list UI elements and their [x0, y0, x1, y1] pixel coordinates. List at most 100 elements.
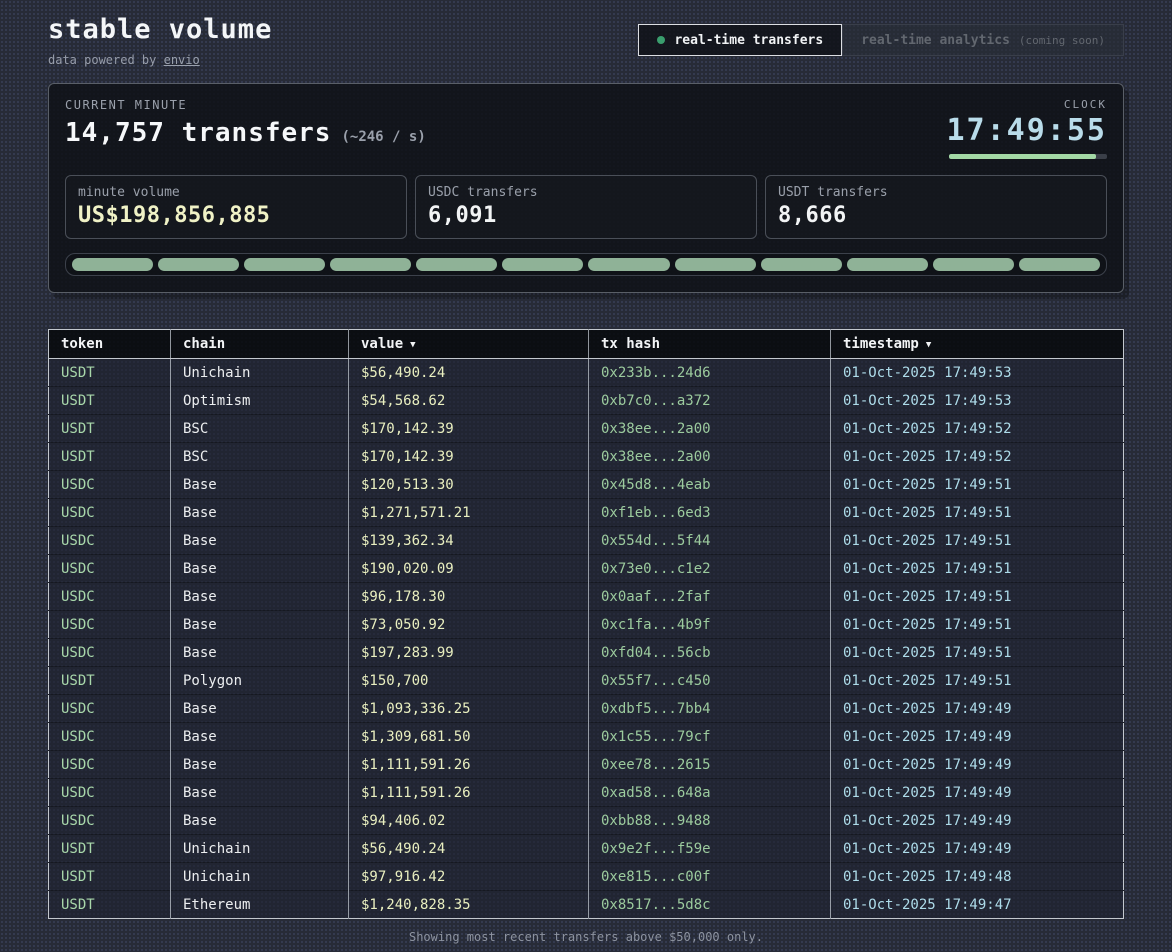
table-row: USDCBase$1,093,336.250xdbf5...7bb401-Oct…	[49, 695, 1124, 723]
cell-tx-hash[interactable]: 0xee78...2615	[589, 751, 831, 779]
minute-progress-segment	[1019, 258, 1100, 271]
table-row: USDCBase$1,309,681.500x1c55...79cf01-Oct…	[49, 723, 1124, 751]
table-row: USDCBase$197,283.990xfd04...56cb01-Oct-2…	[49, 639, 1124, 667]
cell-chain: Base	[171, 695, 349, 723]
cell-tx-hash[interactable]: 0x0aaf...2faf	[589, 583, 831, 611]
cell-token: USDC	[49, 779, 171, 807]
minute-progress-segment	[416, 258, 497, 271]
cell-token: USDC	[49, 723, 171, 751]
cell-tx-hash[interactable]: 0xb7c0...a372	[589, 387, 831, 415]
cell-chain: Ethereum	[171, 891, 349, 919]
minute-progress-segment	[72, 258, 153, 271]
clock-progress-track	[949, 154, 1107, 159]
cell-chain: Base	[171, 751, 349, 779]
cell-timestamp: 01-Oct-2025 17:49:49	[831, 695, 1124, 723]
transfers-count: 14,757 transfers	[65, 118, 331, 148]
cell-timestamp: 01-Oct-2025 17:49:49	[831, 807, 1124, 835]
subtitle: data powered by envio	[48, 53, 272, 67]
sort-desc-icon: ▼	[926, 340, 931, 350]
cell-tx-hash[interactable]: 0x38ee...2a00	[589, 415, 831, 443]
cell-chain: Base	[171, 555, 349, 583]
cell-tx-hash[interactable]: 0x45d8...4eab	[589, 471, 831, 499]
cell-value: $120,513.30	[349, 471, 589, 499]
clock-time: 17:49:55	[947, 113, 1108, 148]
cell-tx-hash[interactable]: 0xdbf5...7bb4	[589, 695, 831, 723]
table-row: USDCBase$1,111,591.260xee78...261501-Oct…	[49, 751, 1124, 779]
cell-timestamp: 01-Oct-2025 17:49:51	[831, 639, 1124, 667]
cell-chain: Unichain	[171, 359, 349, 387]
cell-tx-hash[interactable]: 0x554d...5f44	[589, 527, 831, 555]
cell-tx-hash[interactable]: 0x55f7...c450	[589, 667, 831, 695]
cell-tx-hash[interactable]: 0xe815...c00f	[589, 863, 831, 891]
card-label: USDC transfers	[428, 185, 744, 200]
cell-tx-hash[interactable]: 0x233b...24d6	[589, 359, 831, 387]
sort-desc-icon: ▼	[410, 340, 415, 350]
cell-value: $97,916.42	[349, 863, 589, 891]
cell-value: $1,111,591.26	[349, 779, 589, 807]
minute-progress-segment	[933, 258, 1014, 271]
table-row: USDTBSC$170,142.390x38ee...2a0001-Oct-20…	[49, 415, 1124, 443]
cell-chain: Base	[171, 471, 349, 499]
live-dot-icon	[657, 36, 665, 44]
cell-chain: Polygon	[171, 667, 349, 695]
cell-tx-hash[interactable]: 0xfd04...56cb	[589, 639, 831, 667]
tab-bar: real-time transfers real-time analytics …	[638, 24, 1124, 56]
current-minute-label: CURRENT MINUTE	[65, 98, 426, 112]
cell-chain: Unichain	[171, 835, 349, 863]
cell-chain: Unichain	[171, 863, 349, 891]
table-row: USDCBase$73,050.920xc1fa...4b9f01-Oct-20…	[49, 611, 1124, 639]
cell-value: $190,020.09	[349, 555, 589, 583]
cell-value: $1,111,591.26	[349, 751, 589, 779]
cell-value: $139,362.34	[349, 527, 589, 555]
cell-token: USDT	[49, 835, 171, 863]
cell-tx-hash[interactable]: 0xf1eb...6ed3	[589, 499, 831, 527]
cell-token: USDT	[49, 387, 171, 415]
header-cell-value[interactable]: value▼	[349, 330, 589, 359]
cell-tx-hash[interactable]: 0xbb88...9488	[589, 807, 831, 835]
cell-token: USDC	[49, 751, 171, 779]
usdc-transfers-value: 6,091	[428, 203, 744, 228]
tab-real-time-transfers[interactable]: real-time transfers	[638, 24, 842, 56]
header-cell-timestamp[interactable]: timestamp▼	[831, 330, 1124, 359]
table-row: USDCBase$96,178.300x0aaf...2faf01-Oct-20…	[49, 583, 1124, 611]
minute-progress-segment	[502, 258, 583, 271]
cell-token: USDT	[49, 891, 171, 919]
cell-tx-hash[interactable]: 0xad58...648a	[589, 779, 831, 807]
usdt-transfers-card: USDT transfers 8,666	[765, 175, 1107, 239]
cell-chain: Base	[171, 807, 349, 835]
cell-timestamp: 01-Oct-2025 17:49:51	[831, 471, 1124, 499]
clock: CLOCK 17:49:55	[947, 98, 1108, 159]
table-header-row: tokenchainvalue▼tx hashtimestamp▼	[49, 330, 1124, 359]
stat-cards: minute volume US$198,856,885 USDC transf…	[65, 175, 1107, 239]
footer-note: Showing most recent transfers above $50,…	[48, 930, 1124, 944]
minute-volume-value: US$198,856,885	[78, 203, 394, 228]
minute-progress-segment	[847, 258, 928, 271]
cell-tx-hash[interactable]: 0xc1fa...4b9f	[589, 611, 831, 639]
cell-chain: Optimism	[171, 387, 349, 415]
cell-value: $170,142.39	[349, 443, 589, 471]
table-row: USDCBase$120,513.300x45d8...4eab01-Oct-2…	[49, 471, 1124, 499]
usdt-transfers-value: 8,666	[778, 203, 1094, 228]
cell-tx-hash[interactable]: 0x38ee...2a00	[589, 443, 831, 471]
cell-tx-hash[interactable]: 0x73e0...c1e2	[589, 555, 831, 583]
cell-tx-hash[interactable]: 0x1c55...79cf	[589, 723, 831, 751]
table-row: USDTPolygon$150,7000x55f7...c45001-Oct-2…	[49, 667, 1124, 695]
page-title: stable volume	[48, 14, 272, 45]
cell-tx-hash[interactable]: 0x9e2f...f59e	[589, 835, 831, 863]
cell-token: USDT	[49, 415, 171, 443]
cell-token: USDT	[49, 443, 171, 471]
clock-progress-fill	[949, 154, 1096, 159]
table-row: USDCBase$1,111,591.260xad58...648a01-Oct…	[49, 779, 1124, 807]
cell-token: USDT	[49, 359, 171, 387]
header-cell-chain: chain	[171, 330, 349, 359]
cell-timestamp: 01-Oct-2025 17:49:48	[831, 863, 1124, 891]
transfers-summary: CURRENT MINUTE 14,757 transfers (~246 / …	[65, 98, 426, 148]
cell-token: USDC	[49, 527, 171, 555]
cell-tx-hash[interactable]: 0x8517...5d8c	[589, 891, 831, 919]
tab-real-time-analytics: real-time analytics (coming soon)	[842, 24, 1124, 56]
table-row: USDCBase$1,271,571.210xf1eb...6ed301-Oct…	[49, 499, 1124, 527]
envio-link[interactable]: envio	[164, 53, 200, 67]
cell-timestamp: 01-Oct-2025 17:49:51	[831, 527, 1124, 555]
table-row: USDTOptimism$54,568.620xb7c0...a37201-Oc…	[49, 387, 1124, 415]
cell-token: USDC	[49, 807, 171, 835]
